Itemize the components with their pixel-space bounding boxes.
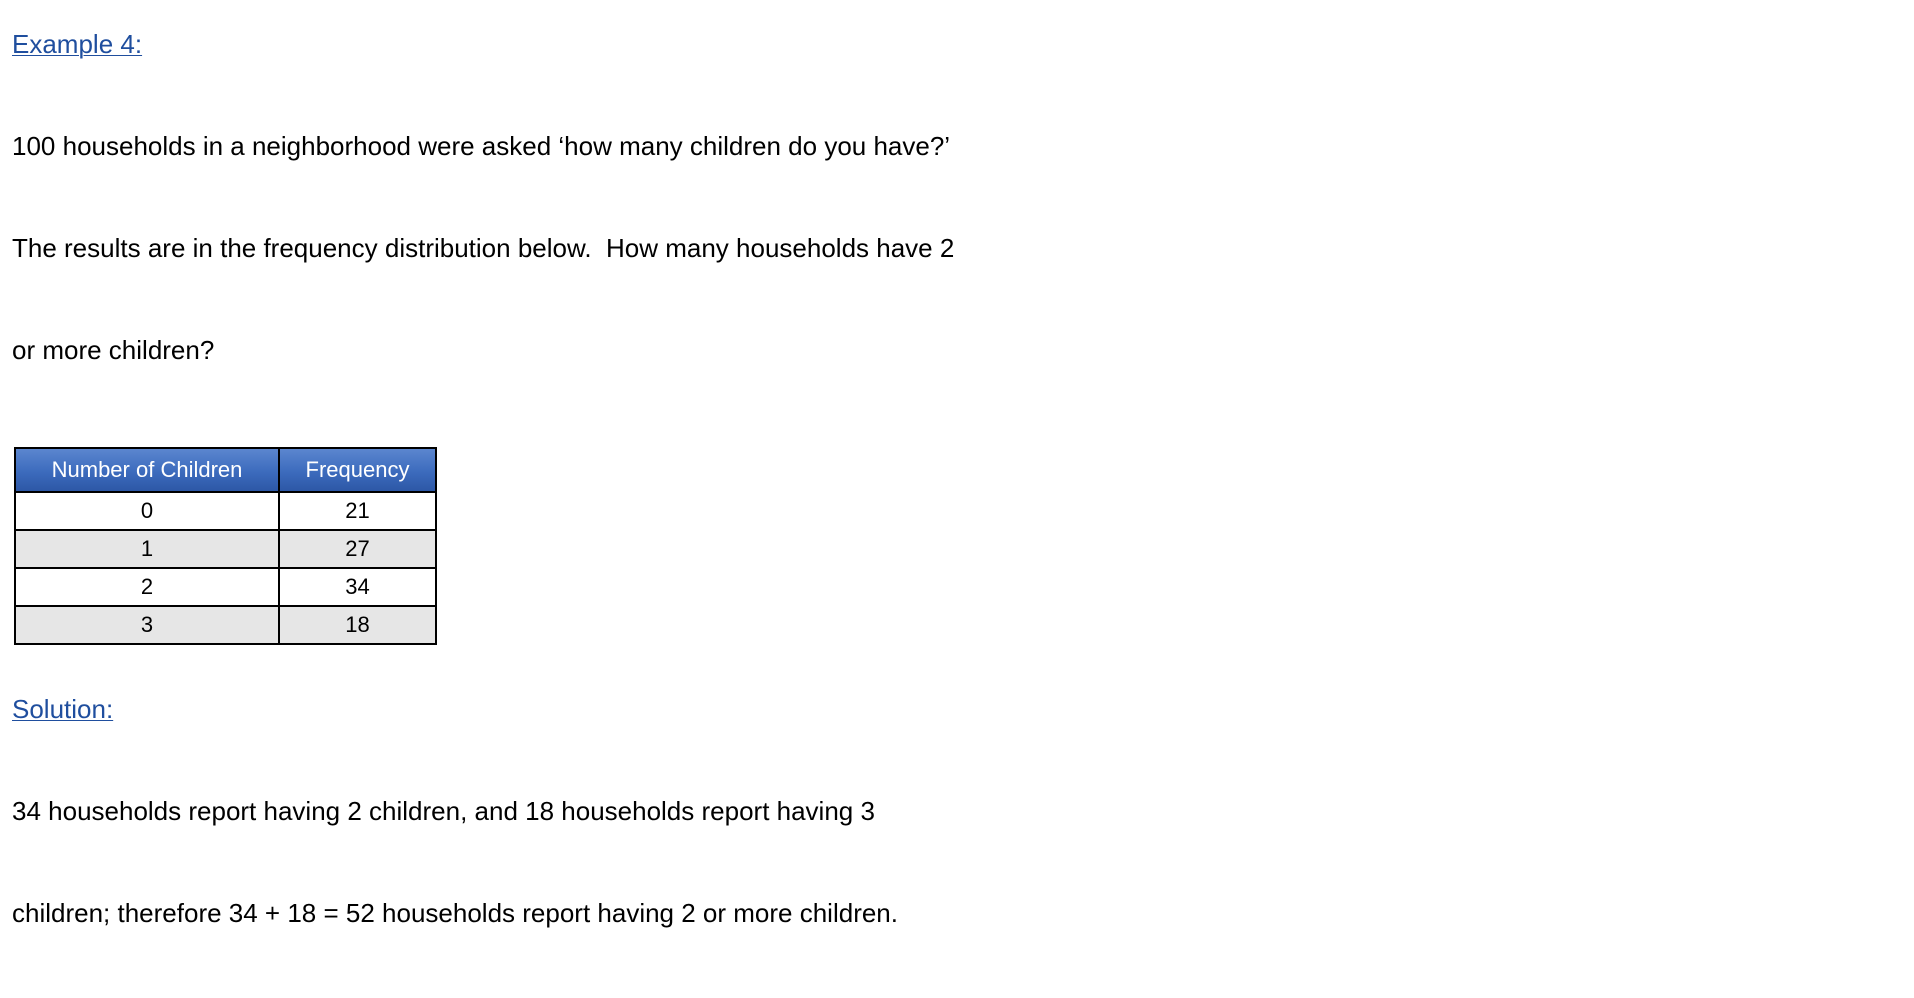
question-paragraph: 100 households in a neighborhood were as… bbox=[12, 61, 1112, 435]
question-line: or more children? bbox=[12, 335, 215, 365]
example-block: Example 4: 100 households in a neighborh… bbox=[12, 27, 1112, 435]
cell-children: 3 bbox=[14, 605, 280, 645]
header-number-of-children: Number of Children bbox=[14, 447, 280, 493]
cell-children: 2 bbox=[14, 567, 280, 607]
cell-frequency: 27 bbox=[278, 529, 437, 569]
solution-line: children; therefore 34 + 18 = 52 househo… bbox=[12, 898, 898, 928]
solution-paragraph: 34 households report having 2 children, … bbox=[12, 726, 1112, 998]
solution-block: Solution: 34 households report having 2 … bbox=[12, 692, 1112, 998]
frequency-table: Number of Children Frequency 0 21 1 27 2… bbox=[14, 447, 437, 645]
solution-line: 34 households report having 2 children, … bbox=[12, 796, 875, 826]
cell-children: 0 bbox=[14, 491, 280, 531]
table-header-row: Number of Children Frequency bbox=[14, 447, 437, 493]
table-row: 2 34 bbox=[14, 567, 437, 607]
header-frequency: Frequency bbox=[278, 447, 437, 493]
table-row: 3 18 bbox=[14, 605, 437, 645]
solution-heading: Solution: bbox=[12, 694, 114, 724]
question-line: 100 households in a neighborhood were as… bbox=[12, 131, 951, 161]
example-heading: Example 4: bbox=[12, 29, 143, 59]
cell-frequency: 34 bbox=[278, 567, 437, 607]
cell-frequency: 21 bbox=[278, 491, 437, 531]
document-page: Example 4: 100 households in a neighborh… bbox=[12, 27, 1112, 998]
cell-frequency: 18 bbox=[278, 605, 437, 645]
table-row: 1 27 bbox=[14, 529, 437, 569]
question-line: The results are in the frequency distrib… bbox=[12, 233, 955, 263]
table-row: 0 21 bbox=[14, 491, 437, 531]
cell-children: 1 bbox=[14, 529, 280, 569]
